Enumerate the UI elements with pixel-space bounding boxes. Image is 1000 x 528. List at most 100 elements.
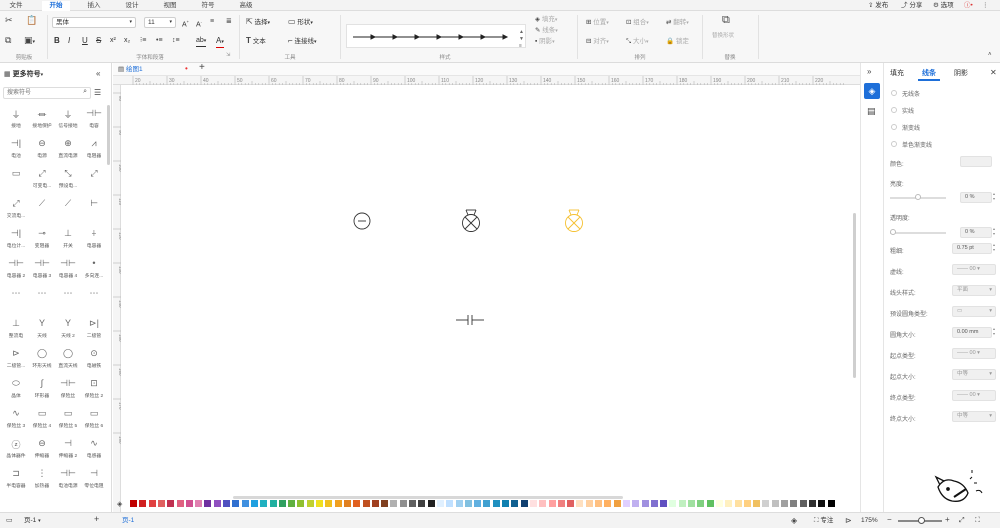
symbol-search-box[interactable]: ⌕ [3,87,91,99]
cut-button[interactable]: ✂ [5,16,13,25]
color-swatch[interactable] [371,500,379,507]
symbol-item[interactable]: ⊐ 半电容器 [4,465,28,493]
bold-button[interactable]: B [54,36,60,45]
symbol-item[interactable]: ∿ 电感器 [82,435,106,463]
strikethrough-button[interactable]: S [96,36,101,45]
end-type-select[interactable]: —— 00 ▾ [952,390,996,401]
line-button[interactable]: ✎ 线条▾ [535,26,558,36]
symbol-item[interactable]: ⊥ 整流电 [4,315,28,343]
symbol-item[interactable]: ⊸ 变阻器 [30,225,54,253]
color-swatch[interactable] [474,500,482,507]
symbol-item[interactable]: ⩘ 电阻器 [82,135,106,163]
color-swatch[interactable] [604,500,612,507]
radio-no-line[interactable] [891,90,897,96]
color-swatch[interactable] [464,500,472,507]
symbol-item[interactable]: ⊣⊢ 电容器 2 [4,255,28,283]
subscript-button[interactable]: x₂ [124,36,130,45]
color-swatch[interactable] [185,500,193,507]
position-button[interactable]: ⊞ 位置▾ [586,18,609,28]
color-swatch[interactable] [567,500,575,507]
color-swatch[interactable] [195,500,203,507]
color-swatch[interactable] [343,500,351,507]
color-swatch[interactable] [436,500,444,507]
color-swatch[interactable] [632,500,640,507]
color-swatch[interactable] [306,500,314,507]
font-size-select[interactable]: 11 ▾ [144,17,176,28]
color-swatch[interactable] [529,500,537,507]
dash-select[interactable]: —— 00 ▾ [952,264,996,275]
color-swatch[interactable] [260,500,268,507]
expand-panel-button[interactable]: » [867,67,871,76]
page-panel-button[interactable]: ▤ [867,107,876,116]
select-tool-button[interactable]: ⇱ 选择▾ [246,17,270,28]
color-swatch[interactable] [585,500,593,507]
symbol-item[interactable]: ⊖ 电源 [30,135,54,163]
symbol-item[interactable]: ⊥ 开关 [56,225,80,253]
color-swatch[interactable] [213,500,221,507]
symbol-item[interactable]: ⤢ 交流电... [4,195,28,223]
color-swatch[interactable] [297,500,305,507]
symbol-item[interactable]: ⤡ 预设电... [56,165,80,193]
symbol-item[interactable]: ◯ 环形天线 [30,345,54,373]
symbol-item[interactable]: ⋯ [4,285,28,313]
page-list-button[interactable]: ▭ [6,516,13,525]
play-button[interactable]: ⊳ [845,516,852,525]
color-swatch[interactable] [269,500,277,507]
symbol-item[interactable]: ⊡ 保险丝 2 [82,375,106,403]
symbol-item[interactable]: ⊕ 直流电源 [56,135,80,163]
tab-symbol[interactable]: 符号 [196,1,220,11]
color-swatch[interactable] [827,500,835,507]
symbol-item[interactable]: ⊣⊢ 电池电源 [56,465,80,493]
document-tab[interactable]: ▤ 绘图1 [118,65,143,74]
new-tab-button[interactable]: + [199,63,205,73]
color-swatch[interactable] [706,500,714,507]
brightness-input[interactable]: 0 % [960,192,992,203]
color-swatch[interactable] [771,500,779,507]
tab-line[interactable]: 线条 [922,69,936,78]
line-style-gallery[interactable]: ▲ ▼ ≡ [346,24,526,49]
color-swatch[interactable] [130,500,137,507]
symbol-item[interactable]: ⊣⊢ 电容器 3 [30,255,54,283]
symbol-item[interactable]: ⊣ 零位电阻 [82,465,106,493]
symbol-item[interactable]: ⋯ [30,285,54,313]
symbol-item[interactable]: ⏚ 信号接地 [56,105,80,133]
color-swatch[interactable] [743,500,751,507]
color-swatch[interactable] [390,500,398,507]
color-swatch[interactable] [762,500,770,507]
symbol-item[interactable]: ⋯ [82,285,106,313]
tab-shadow[interactable]: 阴影 [954,69,968,78]
radio-mono-gradient-line[interactable] [891,141,897,147]
align-button[interactable]: ⊟ 对齐▾ [586,37,609,47]
color-swatch[interactable] [223,500,230,507]
brightness-slider-handle[interactable] [915,194,921,200]
layers-button[interactable]: ◈ [791,516,797,525]
page-select[interactable]: 页-1 ▾ [24,516,41,526]
color-swatch[interactable] [353,500,361,507]
lock-button[interactable]: 🔒 锁定 [666,37,689,46]
color-swatch[interactable] [595,500,602,507]
more-menu-button[interactable]: ⋮ [982,1,989,10]
zoom-level[interactable]: 175% [861,516,878,525]
color-swatch[interactable] [650,500,658,507]
symbol-item[interactable]: ⊣⊢ 保险丝 [56,375,80,403]
color-swatch[interactable] [725,500,733,507]
symbol-item[interactable]: ⓩ 晶体器件 [4,435,28,463]
connector-tool-button[interactable]: ⌐ 连接线▾ [288,36,317,47]
color-swatch[interactable] [492,500,500,507]
symbol-item[interactable]: ▭ 保险丝 6 [82,405,106,433]
color-swatch[interactable] [539,500,547,507]
superscript-button[interactable]: x² [110,36,116,45]
width-input[interactable]: 0.75 pt [952,243,992,254]
font-shrink-button[interactable]: A- [196,17,202,29]
no-fill-icon[interactable]: ◈ [117,500,122,508]
library-menu-button[interactable]: ☰ [94,88,101,97]
color-swatch[interactable] [790,500,798,507]
format-painter-button[interactable]: ▣▾ [24,36,35,47]
color-swatch[interactable] [557,500,565,507]
symbol-item[interactable]: ▭ [4,165,28,193]
lamp-shape[interactable] [353,212,371,230]
color-swatch[interactable] [250,500,258,507]
text-tool-button[interactable]: T 文本 [246,36,266,46]
underline-button[interactable]: U [82,36,88,45]
symbol-item[interactable]: ▭ 保险丝 5 [56,405,80,433]
